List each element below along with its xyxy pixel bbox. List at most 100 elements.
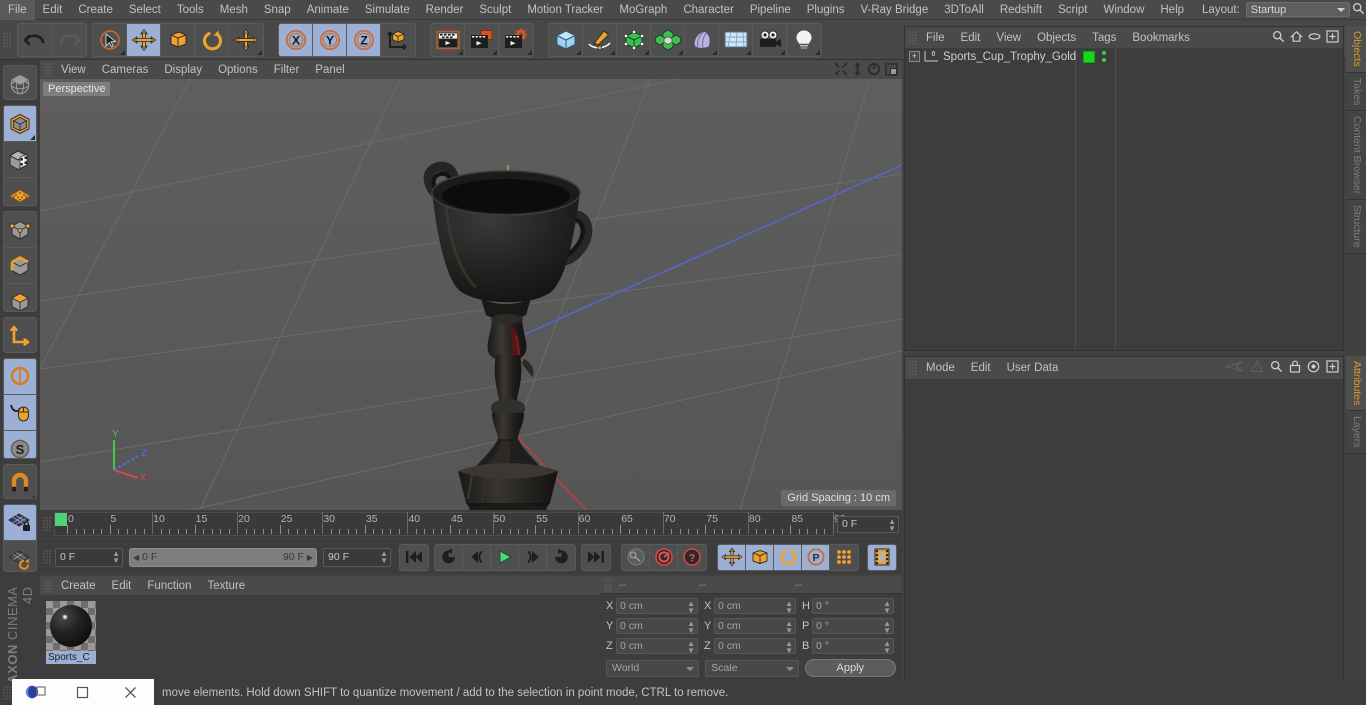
- object-menu-file[interactable]: File: [918, 28, 953, 48]
- material-menu-texture[interactable]: Texture: [199, 576, 253, 596]
- menu-item-character[interactable]: Character: [675, 0, 742, 20]
- viewport-menu-display[interactable]: Display: [156, 60, 210, 80]
- object-row-sports-cup-trophy-gold[interactable]: + 0 Sports_Cup_Trophy_Gold: [905, 48, 1343, 65]
- size-mode-select[interactable]: Scale: [705, 659, 799, 677]
- world-coordinates-button[interactable]: [381, 23, 415, 56]
- attribute-menu-mode[interactable]: Mode: [918, 358, 963, 378]
- record-key-button[interactable]: [622, 544, 650, 570]
- model-mode-button[interactable]: [4, 106, 36, 143]
- redo-button[interactable]: [52, 23, 86, 56]
- expand-toggle-icon[interactable]: +: [909, 51, 920, 62]
- menu-item-help[interactable]: Help: [1152, 0, 1192, 20]
- enable-axis-button[interactable]: [4, 318, 36, 352]
- timeline-gripper[interactable]: [43, 517, 52, 531]
- tab-objects[interactable]: Objects: [1346, 26, 1366, 73]
- stepper-icon[interactable]: ▲ ▼: [785, 620, 793, 635]
- current-frame-field[interactable]: 0 F ▲ ▼: [55, 547, 123, 567]
- position-x-field[interactable]: 0 cm ▲ ▼: [616, 598, 698, 615]
- size-z-field[interactable]: 0 cm ▲ ▼: [714, 638, 796, 655]
- go-to-start-button[interactable]: [400, 544, 428, 570]
- lock-icon[interactable]: [1289, 360, 1301, 376]
- viewport-menu-cameras[interactable]: Cameras: [94, 60, 157, 80]
- home-icon[interactable]: [1289, 30, 1304, 46]
- add-spline-button[interactable]: [583, 23, 617, 56]
- align-workplane-button[interactable]: [4, 540, 36, 571]
- stepper-icon[interactable]: ▲ ▼: [380, 549, 388, 564]
- menu-item-plugins[interactable]: Plugins: [799, 0, 853, 20]
- close-window-button[interactable]: [107, 679, 154, 705]
- material-tag-icon[interactable]: [1083, 51, 1095, 63]
- add-mograph-button[interactable]: [651, 23, 685, 56]
- tab-layers[interactable]: Layers: [1346, 411, 1366, 454]
- transport-gripper[interactable]: [43, 550, 52, 564]
- step-back-button[interactable]: [463, 544, 491, 570]
- menu-item-vray-bridge[interactable]: V-Ray Bridge: [852, 0, 936, 20]
- layout-select[interactable]: Startup: [1245, 2, 1351, 17]
- tab-content-browser[interactable]: Content Browser: [1346, 111, 1366, 201]
- visibility-dots-icon[interactable]: [1101, 50, 1107, 63]
- size-y-field[interactable]: 0 cm ▲ ▼: [714, 618, 796, 635]
- viewport-menu-panel[interactable]: Panel: [307, 60, 352, 80]
- attribute-menu-edit[interactable]: Edit: [963, 358, 999, 378]
- render-to-picture-viewer-button[interactable]: [465, 23, 499, 56]
- timeline-mode-button[interactable]: [868, 544, 896, 570]
- menu-item-sculpt[interactable]: Sculpt: [471, 0, 519, 20]
- rotation-b-field[interactable]: 0 ° ▲ ▼: [812, 638, 894, 655]
- menu-item-mograph[interactable]: MoGraph: [611, 0, 675, 20]
- stepper-icon[interactable]: ▲ ▼: [888, 517, 896, 532]
- material-menu-edit[interactable]: Edit: [104, 576, 140, 596]
- material-menu-function[interactable]: Function: [139, 576, 199, 596]
- add-panel-icon[interactable]: [1326, 30, 1339, 46]
- play-backwards-loop-button[interactable]: [435, 544, 463, 570]
- lock-z-button[interactable]: Z: [347, 23, 381, 56]
- search-icon[interactable]: [1270, 360, 1283, 376]
- viewport-menu-options[interactable]: Options: [210, 60, 266, 80]
- free-move-button[interactable]: [229, 23, 263, 56]
- go-to-end-button[interactable]: [582, 544, 610, 570]
- maximize-view-icon[interactable]: [885, 62, 898, 79]
- apply-button[interactable]: Apply: [804, 659, 897, 677]
- viewport-menu-view[interactable]: View: [53, 60, 94, 80]
- viewport-solo-button[interactable]: [4, 358, 36, 395]
- dolly-view-icon[interactable]: [852, 62, 863, 79]
- menu-item-redshift[interactable]: Redshift: [992, 0, 1050, 20]
- soft-selection-button[interactable]: S: [4, 430, 36, 458]
- menu-item-select[interactable]: Select: [121, 0, 169, 20]
- material-menu-create[interactable]: Create: [53, 576, 104, 596]
- material-item[interactable]: Sports_C: [46, 601, 96, 664]
- search-icon[interactable]: [1350, 2, 1366, 18]
- key-rotation-button[interactable]: [774, 544, 802, 570]
- menu-item-script[interactable]: Script: [1050, 0, 1095, 20]
- menu-item-file[interactable]: File: [0, 0, 35, 20]
- viewport-menu-filter[interactable]: Filter: [266, 60, 308, 80]
- status-gripper[interactable]: [3, 686, 12, 700]
- edges-mode-button[interactable]: [4, 248, 36, 285]
- restore-window-button[interactable]: [12, 679, 59, 705]
- coordinate-system-select[interactable]: World: [606, 659, 700, 677]
- size-x-field[interactable]: 0 cm ▲ ▼: [714, 598, 796, 615]
- menu-item-pipeline[interactable]: Pipeline: [742, 0, 799, 20]
- rotate-tool-button[interactable]: [195, 23, 229, 56]
- stepper-icon[interactable]: ▲ ▼: [785, 640, 793, 655]
- menu-item-animate[interactable]: Animate: [299, 0, 357, 20]
- key-parameter-button[interactable]: P: [802, 544, 830, 570]
- play-button[interactable]: [491, 544, 519, 570]
- menu-item-render[interactable]: Render: [418, 0, 472, 20]
- tab-attributes[interactable]: Attributes: [1346, 356, 1366, 412]
- texture-mode-button[interactable]: [4, 142, 36, 179]
- polygons-mode-button[interactable]: [4, 284, 36, 312]
- tab-takes[interactable]: Takes: [1346, 72, 1366, 112]
- tab-structure[interactable]: Structure: [1346, 200, 1366, 254]
- stepper-icon[interactable]: ▲ ▼: [687, 620, 695, 635]
- menu-item-window[interactable]: Window: [1095, 0, 1152, 20]
- keyframe-help-button[interactable]: ?: [678, 544, 706, 570]
- stepper-icon[interactable]: ▲ ▼: [785, 600, 793, 615]
- lock-y-button[interactable]: Y: [313, 23, 347, 56]
- menu-item-snap[interactable]: Snap: [256, 0, 299, 20]
- attribute-menu-user-data[interactable]: User Data: [999, 358, 1067, 378]
- material-gripper[interactable]: [44, 578, 53, 593]
- menu-item-edit[interactable]: Edit: [35, 0, 71, 20]
- make-editable-button[interactable]: [4, 66, 36, 100]
- position-y-field[interactable]: 0 cm ▲ ▼: [616, 618, 698, 635]
- timeline-current-frame-field[interactable]: 0 F ▲ ▼: [837, 515, 899, 533]
